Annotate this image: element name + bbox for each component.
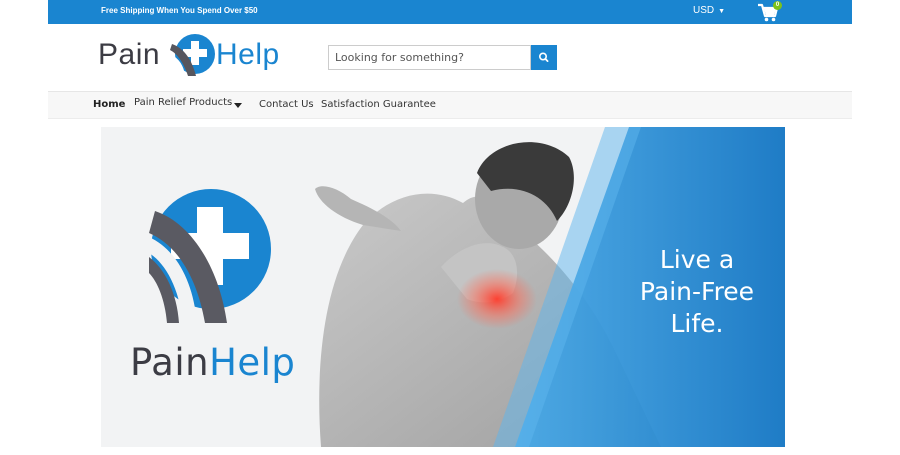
hero-brand-text: PainHelp xyxy=(130,341,295,384)
nav-item-pain-relief-products[interactable]: Pain Relief Products xyxy=(134,97,232,108)
top-announcement-bar: Free Shipping When You Spend Over $50 US… xyxy=(48,0,852,24)
search-bar xyxy=(328,45,557,70)
cart-count-badge: 0 xyxy=(773,1,782,10)
nav-item-contact-us[interactable]: Contact Us xyxy=(259,99,314,110)
cart-button[interactable]: 0 xyxy=(757,1,782,23)
tagline-line-1: Live a xyxy=(659,245,735,274)
hero-brand-help: Help xyxy=(209,341,296,384)
tagline-line-2: Pain-Free xyxy=(639,277,755,306)
search-input[interactable] xyxy=(328,45,531,70)
currency-selector[interactable]: USD ▼ xyxy=(693,5,725,16)
logo-text-help: Help xyxy=(216,38,280,71)
logo-text-pain: Pain xyxy=(98,38,161,71)
search-button[interactable] xyxy=(531,45,557,70)
free-shipping-text: Free Shipping When You Spend Over $50 xyxy=(101,6,258,15)
hero-tagline: Live a Pain-Free Life. xyxy=(617,244,777,340)
caret-down-icon: ▼ xyxy=(718,8,726,15)
chevron-down-icon[interactable] xyxy=(234,103,242,108)
tagline-line-3: Life. xyxy=(670,309,724,338)
nav-item-home[interactable]: Home xyxy=(93,99,125,110)
pain-highlight xyxy=(457,269,537,329)
hero-banner[interactable]: PainHelp Live a Pain-Free Life. xyxy=(101,127,785,447)
nav-item-satisfaction-guarantee[interactable]: Satisfaction Guarantee xyxy=(321,99,436,110)
logo-mark-icon xyxy=(170,34,215,76)
search-icon xyxy=(539,52,549,63)
hero-brand-pain: Pain xyxy=(130,341,210,384)
main-navigation: Home Pain Relief Products Contact Us Sat… xyxy=(48,91,852,119)
currency-label: USD xyxy=(693,5,715,16)
